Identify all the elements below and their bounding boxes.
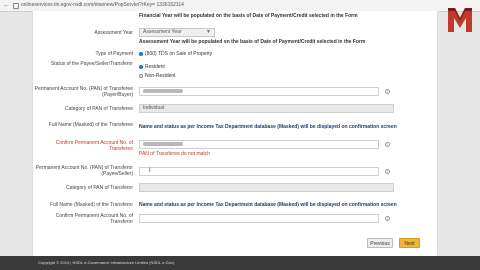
footer: Copyright © 2019 | NSDL e-Governance Inf… <box>0 256 480 270</box>
status-payee-label: Status of the Payee/Seller/Transferor <box>50 61 133 67</box>
radio-unselected-icon[interactable] <box>139 73 143 78</box>
name-transferor-label: Full Name (Masked) of the Transferor <box>49 202 133 208</box>
footer-copyright: Copyright © 2019 | NSDL e-Governance Inf… <box>38 260 175 265</box>
url-text[interactable]: onlineservices.tin.egov-nsdl.com/etaxnew… <box>21 0 184 11</box>
name-transferee-note: Name and status as per Income Tax Depart… <box>139 124 397 130</box>
back-arrow-icon[interactable]: ← <box>3 0 10 11</box>
type-of-payment-label: Type of Payment <box>95 51 133 57</box>
radio-selected-icon[interactable] <box>139 51 143 56</box>
masked-value <box>143 141 183 146</box>
name-transferor-note: Name and status as per Income Tax Depart… <box>139 202 397 208</box>
assessment-year-select[interactable]: Assessment Year ▼ <box>139 28 215 37</box>
name-transferee-label: Full Name (Masked) of the Transferee <box>48 122 133 128</box>
pan-transferor-input[interactable] <box>139 167 379 176</box>
pan-transferor-label: Permanent Account No. (PAN) of Transfero… <box>35 165 133 177</box>
masked-value <box>143 88 183 93</box>
info-icon[interactable]: i <box>385 89 390 94</box>
category-transferor-field <box>139 183 394 192</box>
pan-transferee-input[interactable] <box>139 87 379 96</box>
assessment-year-label: Assessment Year <box>94 30 133 36</box>
chevron-down-icon: ▼ <box>206 29 211 35</box>
category-transferor-label: Category of PAN of Transferor <box>66 185 133 191</box>
status-resident-option[interactable]: Resident <box>139 64 165 70</box>
financial-year-note: Financial Year will be populated on the … <box>139 13 358 19</box>
confirm-pan-transferee-input[interactable] <box>139 140 379 149</box>
form-panel: Financial Year will be populated on the … <box>32 11 438 256</box>
pan-mismatch-error: PAN of Transferee do not match <box>139 151 211 157</box>
confirm-pan-transferor-input[interactable] <box>139 214 379 223</box>
confirm-pan-transferee-label: Confirm Permanent Account No. of Transfe… <box>55 140 133 152</box>
category-transferee-field: Individual <box>139 104 394 113</box>
category-transferee-label: Category of PAN of Transferee <box>65 106 133 112</box>
status-nonresident-option[interactable]: Non-Resident <box>139 73 176 79</box>
radio-selected-icon[interactable] <box>139 64 143 69</box>
text-cursor-icon: I <box>149 168 151 174</box>
assessment-year-value: Assessment Year <box>143 29 182 35</box>
next-button[interactable]: Next <box>399 238 420 248</box>
payment-type-option[interactable]: (800) TDS on Sale of Property <box>139 51 212 57</box>
m-logo-icon <box>448 8 472 32</box>
assessment-year-note: Assessment Year will be populated on the… <box>139 39 366 45</box>
confirm-pan-transferor-label: Confirm Permanent Account No. of Transfe… <box>55 213 133 225</box>
lock-icon <box>13 3 19 9</box>
info-icon[interactable]: i <box>385 169 390 174</box>
previous-button[interactable]: Previous <box>367 238 393 248</box>
info-icon[interactable]: i <box>385 142 390 147</box>
info-icon[interactable]: i <box>385 216 390 221</box>
pan-transferee-label: Permanent Account No. (PAN) of Transfere… <box>34 86 133 98</box>
